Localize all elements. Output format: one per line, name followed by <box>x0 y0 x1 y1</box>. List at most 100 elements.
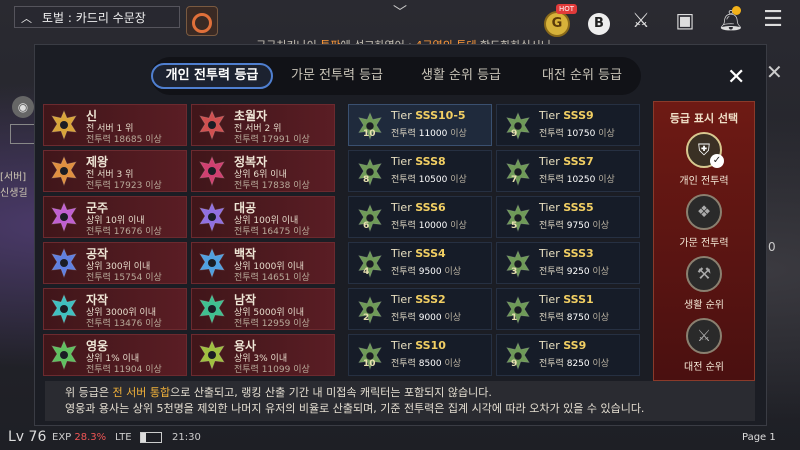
tier-power-value: 9000 <box>418 313 442 323</box>
exp-readout: EXP 28.3% <box>52 432 106 443</box>
tier-power: 전투력 11000 이상 <box>391 126 467 139</box>
tier-card: 9 Tier SS9 전투력 8250 이상 <box>496 334 640 376</box>
tier-power: 전투력 10500 이상 <box>391 172 467 185</box>
pickaxe-icon: ⚒ <box>696 264 712 283</box>
option-emblem[interactable]: ❖ <box>686 194 722 230</box>
storage-icon[interactable]: ▣ <box>670 6 700 34</box>
skill-slot[interactable] <box>186 6 218 36</box>
grade-display-option[interactable]: ❖ 가문 전투력 <box>654 194 754 256</box>
grade-display-option[interactable]: ⚒ 생활 순위 <box>654 256 754 318</box>
tier-power-suffix: 이상 <box>444 359 462 369</box>
tab-life-rank[interactable]: 생활 순위 등급 <box>401 63 521 89</box>
option-emblem[interactable]: ⚒ <box>686 256 722 292</box>
grade-emblem-icon <box>50 340 78 370</box>
grade-card: 자작 상위 3000위 이내 전투력 13476 이상 <box>43 288 187 330</box>
tier-power-value: 9750 <box>566 221 590 231</box>
grade-emblem-icon <box>198 110 226 140</box>
battle-pass-button[interactable]: B <box>584 6 614 35</box>
tier-card: 2 Tier SSS2 전투력 9000 이상 <box>348 288 492 330</box>
tier-title: Tier SSS10-5 <box>391 109 466 122</box>
grade-card: 신전 서버 1 위 전투력 18685 이상 <box>43 104 187 146</box>
crossed-axes-icon[interactable]: ⚔ <box>626 6 656 34</box>
grade-power: 전투력 18685 이상 <box>86 135 162 145</box>
tier-power-suffix: 이상 <box>450 221 467 231</box>
exp-label: EXP <box>52 432 72 443</box>
tier-title: Tier SSS5 <box>539 201 594 214</box>
tier-power: 전투력 9000 이상 <box>391 310 461 323</box>
grade-power: 전투력 15754 이상 <box>86 273 162 283</box>
tier-level: SSS9 <box>563 109 594 122</box>
grade-info-modal: 개인 전투력 등급 가문 전투력 등급 생활 순위 등급 대전 순위 등급 ✕ … <box>34 44 767 426</box>
tier-power: 전투력 10000 이상 <box>391 218 467 231</box>
option-label: 생활 순위 <box>684 300 724 311</box>
grade-emblem-icon <box>198 156 226 186</box>
grade-emblem-icon <box>198 294 226 324</box>
tier-power: 전투력 10250 이상 <box>539 172 615 185</box>
grade-display-option[interactable]: ⛨ ✓ 개인 전투력 <box>654 132 754 194</box>
tier-power-suffix: 이상 <box>444 267 462 277</box>
tier-power-suffix: 이상 <box>598 175 615 185</box>
grade-display-option[interactable]: ⚔ 대전 순위 <box>654 318 754 380</box>
option-emblem[interactable]: ⚔ <box>686 318 722 354</box>
tier-prefix: Tier <box>539 247 564 260</box>
tier-level: SSS7 <box>563 155 594 168</box>
tier-number: 7 <box>511 175 518 185</box>
tier-number: 9 <box>511 129 518 139</box>
tier-level: SSS3 <box>563 247 594 260</box>
grade-power: 전투력 17838 이상 <box>234 181 310 191</box>
grade-card: 백작 상위 1000위 이내 전투력 14651 이상 <box>191 242 335 284</box>
grade-emblem-icon <box>50 294 78 324</box>
tier-level: SSS6 <box>415 201 446 214</box>
chevron-down-icon[interactable]: ﹀ <box>393 2 407 22</box>
tier-card: 1 Tier SSS1 전투력 8750 이상 <box>496 288 640 330</box>
tab-battle-rank[interactable]: 대전 순위 등급 <box>523 63 641 89</box>
tier-prefix: Tier <box>391 201 416 214</box>
player-level: Lv 76 <box>8 429 47 445</box>
tier-power-value: 10000 <box>418 221 448 231</box>
close-icon[interactable]: ✕ <box>727 65 745 90</box>
tier-power-suffix: 이상 <box>598 129 615 139</box>
bell-icon[interactable]: 🔔︎ <box>716 6 746 34</box>
tier-emblem-icon <box>505 157 531 187</box>
exp-value: 28.3% <box>74 432 107 443</box>
tier-title: Tier SSS9 <box>539 109 594 122</box>
tier-power-value: 8250 <box>566 359 590 369</box>
option-emblem[interactable]: ⛨ ✓ <box>686 132 724 168</box>
right-hud-number: 0 <box>768 240 776 254</box>
tier-card: 8 Tier SSS8 전투력 10500 이상 <box>348 150 492 192</box>
globe-icon[interactable]: ◉ <box>12 96 34 118</box>
tier-emblem-icon <box>505 341 531 371</box>
tier-power-label: 전투력 <box>391 267 416 277</box>
tab-family-power[interactable]: 가문 전투력 등급 <box>275 63 399 89</box>
tier-level: SSS8 <box>415 155 446 168</box>
tier-power-suffix: 이상 <box>444 313 462 323</box>
grade-emblem-icon <box>198 340 226 370</box>
quest-location-box[interactable]: ︿ 토벌 : 카드리 수문장 <box>14 6 180 28</box>
tier-power-value: 8750 <box>566 313 590 323</box>
tier-power-label: 전투력 <box>539 175 564 185</box>
background-close-icon[interactable]: ✕ <box>766 60 783 84</box>
quest-location-label: 토벌 : 카드리 수문장 <box>42 11 146 25</box>
tier-power: 전투력 8250 이상 <box>539 356 609 369</box>
tier-title: Tier SSS6 <box>391 201 446 214</box>
grade-power: 전투력 16475 이상 <box>234 227 310 237</box>
check-icon: ✓ <box>710 154 724 168</box>
tier-number: 5 <box>511 221 518 231</box>
tier-card: 5 Tier SSS5 전투력 9750 이상 <box>496 196 640 238</box>
tab-personal-power[interactable]: 개인 전투력 등급 <box>151 63 273 89</box>
tier-level: SSS10-5 <box>415 109 466 122</box>
grade-card: 제왕 전 서버 3 위 전투력 17923 이상 <box>43 150 187 192</box>
tier-title: Tier SSS7 <box>539 155 594 168</box>
tier-power-suffix: 이상 <box>450 175 467 185</box>
tier-power-suffix: 이상 <box>592 267 610 277</box>
tier-power-label: 전투력 <box>391 313 416 323</box>
tier-title: Tier SSS3 <box>539 247 594 260</box>
tier-number: 6 <box>363 221 370 231</box>
grade-emblem-icon <box>50 110 78 140</box>
tier-card: 4 Tier SSS4 전투력 9500 이상 <box>348 242 492 284</box>
tier-prefix: Tier <box>539 155 564 168</box>
note-line-2: 영웅과 용사는 상위 5천명을 제외한 나머지 유저의 비율로 산출되며, 기준… <box>65 402 645 415</box>
hamburger-menu-icon[interactable]: ☰ <box>758 6 788 34</box>
tier-power-value: 10250 <box>566 175 596 185</box>
tier-power-value: 10750 <box>566 129 596 139</box>
